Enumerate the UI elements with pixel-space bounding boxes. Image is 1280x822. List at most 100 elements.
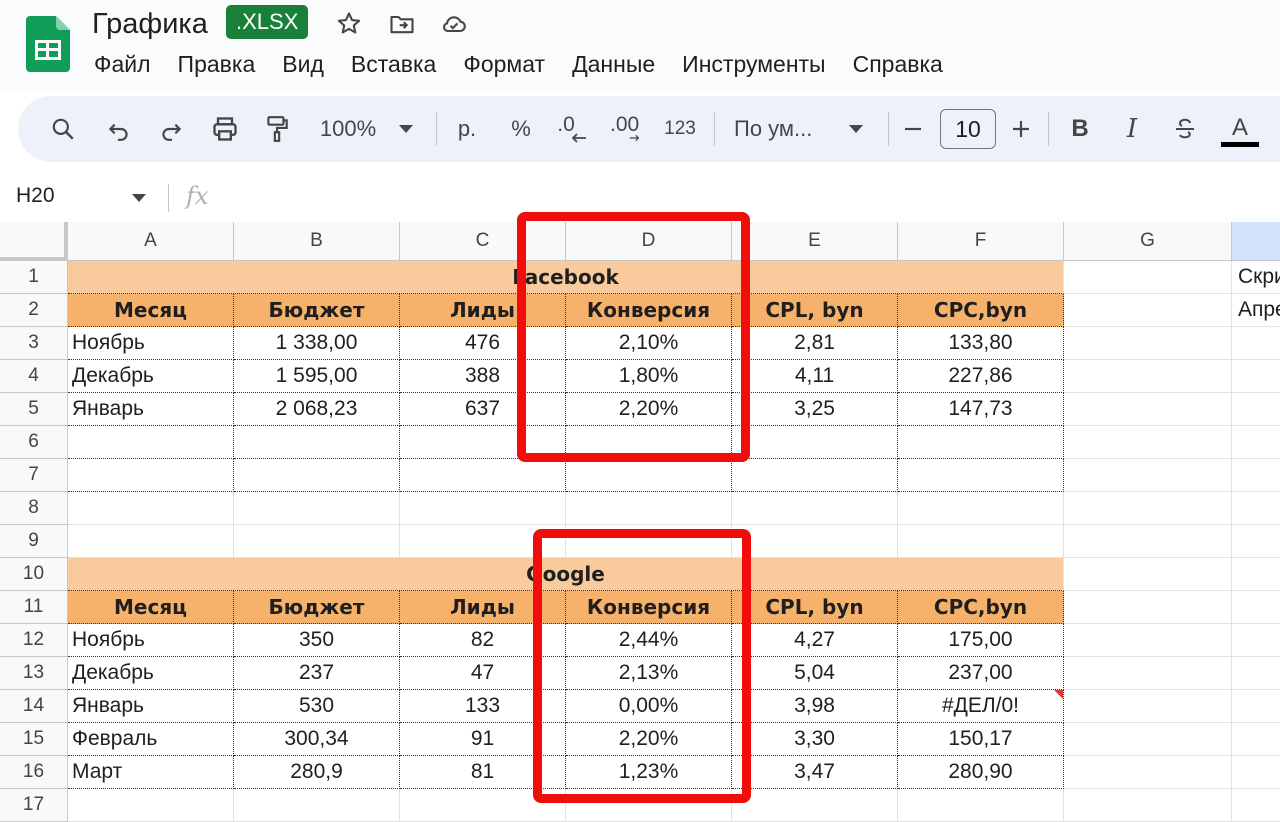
facebook-data-cell[interactable]: Ноябрь xyxy=(68,327,234,360)
side-cell[interactable]: Скри xyxy=(1232,261,1280,294)
side-cell[interactable] xyxy=(1232,327,1280,360)
empty-cell[interactable] xyxy=(1064,690,1232,723)
empty-cell[interactable] xyxy=(1064,591,1232,624)
empty-cell[interactable] xyxy=(400,492,566,525)
row-header-12[interactable]: 12 xyxy=(0,624,68,657)
name-box[interactable]: H20 xyxy=(16,184,55,208)
empty-cell[interactable] xyxy=(1064,558,1232,591)
facebook-data-cell[interactable]: 3,25 xyxy=(732,393,898,426)
google-data-cell[interactable]: 3,98 xyxy=(732,690,898,723)
empty-cell[interactable] xyxy=(732,525,898,558)
empty-cell[interactable] xyxy=(1064,525,1232,558)
side-cell[interactable]: Апре xyxy=(1232,294,1280,327)
row-header-6[interactable]: 6 xyxy=(0,426,68,459)
facebook-empty-cell[interactable] xyxy=(68,459,234,492)
side-cell[interactable] xyxy=(1232,756,1280,789)
side-cell[interactable] xyxy=(1232,591,1280,624)
google-data-cell[interactable]: 237 xyxy=(234,657,400,690)
print-button[interactable] xyxy=(208,96,242,162)
google-data-cell[interactable]: 5,04 xyxy=(732,657,898,690)
facebook-data-cell[interactable]: 227,86 xyxy=(898,360,1064,393)
decrease-decimals-button[interactable]: .0 xyxy=(554,96,594,162)
star-icon[interactable] xyxy=(335,10,363,38)
empty-cell[interactable] xyxy=(1064,294,1232,327)
empty-cell[interactable] xyxy=(1064,459,1232,492)
search-menus-button[interactable] xyxy=(46,96,80,162)
facebook-empty-cell[interactable] xyxy=(68,426,234,459)
google-data-cell[interactable]: 175,00 xyxy=(898,624,1064,657)
google-data-cell[interactable]: 3,30 xyxy=(732,723,898,756)
column-header-e[interactable]: E xyxy=(732,222,898,261)
empty-cell[interactable] xyxy=(1064,360,1232,393)
side-cell[interactable] xyxy=(1232,459,1280,492)
menu-help[interactable]: Справка xyxy=(853,48,943,80)
side-cell[interactable] xyxy=(1232,426,1280,459)
facebook-header-cell[interactable]: Бюджет xyxy=(234,294,400,327)
facebook-data-cell[interactable]: 1 338,00 xyxy=(234,327,400,360)
facebook-data-cell[interactable]: 2,81 xyxy=(732,327,898,360)
side-cell[interactable] xyxy=(1232,624,1280,657)
empty-cell[interactable] xyxy=(1064,492,1232,525)
row-header-2[interactable]: 2 xyxy=(0,294,68,327)
menu-format[interactable]: Формат xyxy=(463,48,545,80)
google-data-cell[interactable]: 237,00 xyxy=(898,657,1064,690)
column-header-f[interactable]: F xyxy=(898,222,1064,261)
facebook-empty-cell[interactable] xyxy=(898,426,1064,459)
facebook-empty-cell[interactable] xyxy=(732,426,898,459)
google-data-cell[interactable]: Февраль xyxy=(68,723,234,756)
google-header-cell[interactable]: CPC,byn xyxy=(898,591,1064,624)
empty-cell[interactable] xyxy=(1064,756,1232,789)
increase-font-size-button[interactable] xyxy=(1008,96,1034,162)
column-header-a[interactable]: A xyxy=(68,222,234,261)
google-data-cell[interactable]: 150,17 xyxy=(898,723,1064,756)
facebook-empty-cell[interactable] xyxy=(732,459,898,492)
bold-button[interactable]: B xyxy=(1066,96,1094,162)
facebook-data-cell[interactable]: 2 068,23 xyxy=(234,393,400,426)
google-header-cell[interactable]: Бюджет xyxy=(234,591,400,624)
facebook-header-cell[interactable]: CPL, byn xyxy=(732,294,898,327)
menu-view[interactable]: Вид xyxy=(282,48,324,80)
empty-cell[interactable] xyxy=(1064,261,1232,294)
facebook-data-cell[interactable]: 1 595,00 xyxy=(234,360,400,393)
row-header-13[interactable]: 13 xyxy=(0,657,68,690)
empty-cell[interactable] xyxy=(898,525,1064,558)
empty-cell[interactable] xyxy=(68,492,234,525)
redo-button[interactable] xyxy=(154,96,188,162)
italic-button[interactable]: I xyxy=(1118,96,1146,162)
facebook-data-cell[interactable]: 133,80 xyxy=(898,327,1064,360)
google-header-cell[interactable]: Месяц xyxy=(68,591,234,624)
facebook-data-cell[interactable]: Декабрь xyxy=(68,360,234,393)
empty-cell[interactable] xyxy=(1064,426,1232,459)
row-header-14[interactable]: 14 xyxy=(0,690,68,723)
facebook-empty-cell[interactable] xyxy=(400,459,566,492)
column-header-b[interactable]: B xyxy=(234,222,400,261)
row-header-4[interactable]: 4 xyxy=(0,360,68,393)
facebook-empty-cell[interactable] xyxy=(898,459,1064,492)
google-data-cell[interactable]: 350 xyxy=(234,624,400,657)
facebook-data-cell[interactable]: 147,73 xyxy=(898,393,1064,426)
select-all-corner[interactable] xyxy=(0,222,68,261)
google-data-cell[interactable]: Январь xyxy=(68,690,234,723)
zoom-dropdown[interactable] xyxy=(394,96,418,162)
percent-format-button[interactable]: % xyxy=(506,96,536,162)
facebook-empty-cell[interactable] xyxy=(234,426,400,459)
menu-tools[interactable]: Инструменты xyxy=(682,48,825,80)
facebook-header-cell[interactable]: CPC,byn xyxy=(898,294,1064,327)
google-data-cell[interactable]: 4,27 xyxy=(732,624,898,657)
empty-cell[interactable] xyxy=(68,525,234,558)
side-cell[interactable] xyxy=(1232,360,1280,393)
row-header-9[interactable]: 9 xyxy=(0,525,68,558)
google-data-cell[interactable]: 280,90 xyxy=(898,756,1064,789)
sheets-logo-icon[interactable] xyxy=(26,16,70,72)
empty-cell[interactable] xyxy=(234,492,400,525)
empty-cell[interactable] xyxy=(732,492,898,525)
empty-cell[interactable] xyxy=(1064,723,1232,756)
document-title[interactable]: Графика xyxy=(92,6,208,42)
undo-button[interactable] xyxy=(102,96,136,162)
column-header-g[interactable]: G xyxy=(1064,222,1232,261)
empty-cell[interactable] xyxy=(1064,624,1232,657)
side-cell[interactable] xyxy=(1232,690,1280,723)
menu-edit[interactable]: Правка xyxy=(178,48,256,80)
column-header-h[interactable] xyxy=(1232,222,1280,261)
font-size-input[interactable]: 10 xyxy=(940,109,996,149)
